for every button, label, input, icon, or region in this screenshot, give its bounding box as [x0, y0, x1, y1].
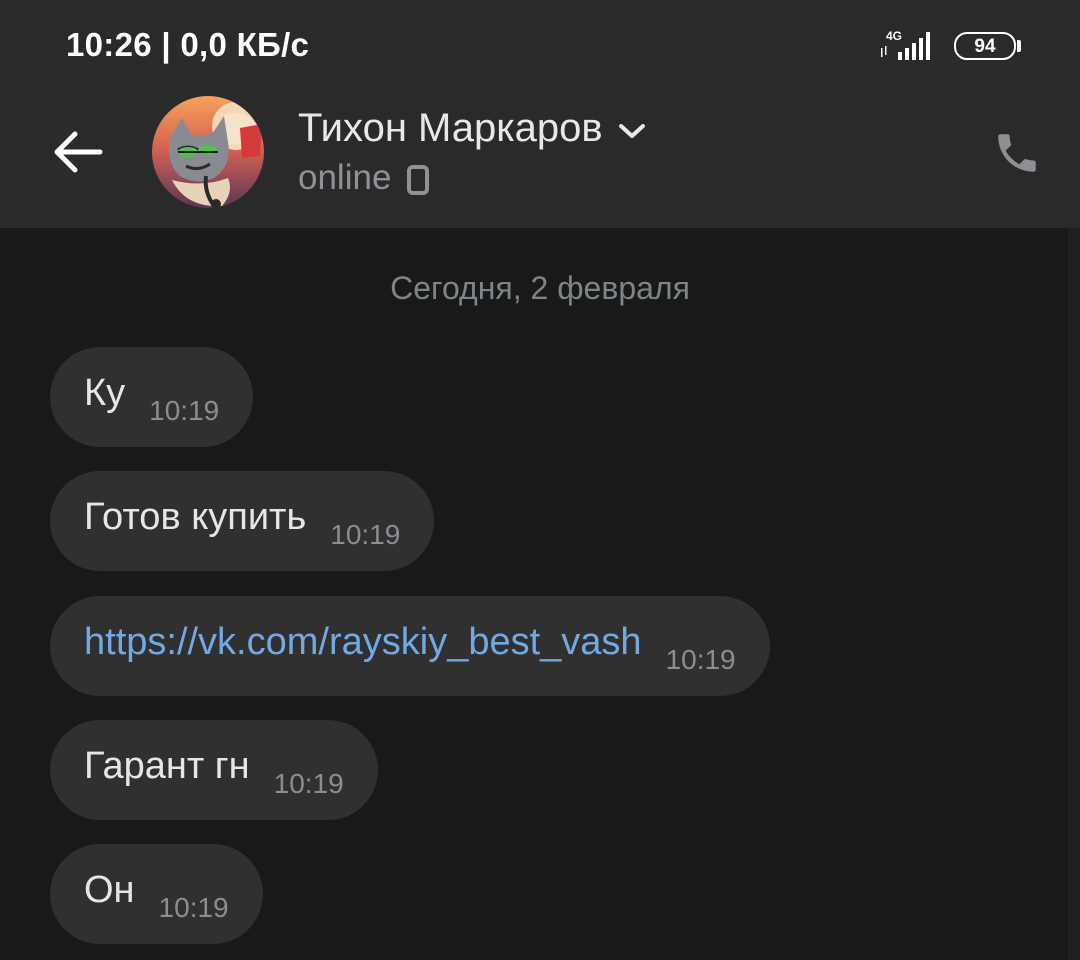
- message-bubble[interactable]: Готов купить 10:19: [50, 471, 435, 571]
- message-bubble[interactable]: Гарант гн 10:19: [50, 720, 378, 820]
- contact-status-row: online: [298, 152, 430, 204]
- contact-name-row[interactable]: Тихон Маркаров: [298, 100, 647, 156]
- status-time-and-speed: 10:26 | 0,0 КБ/с: [66, 26, 310, 63]
- chevron-down-icon: [618, 124, 645, 138]
- message-text: Он: [84, 868, 135, 911]
- mobile-phone-icon: [407, 165, 430, 195]
- contact-status: online: [298, 158, 392, 197]
- battery-level: 94: [974, 35, 996, 57]
- arrow-left-icon: [54, 131, 103, 173]
- message-time: 10:19: [330, 519, 401, 550]
- message-link[interactable]: https://vk.com/rayskiy_best_vash: [84, 621, 642, 664]
- message-text: Гарант гн: [84, 744, 250, 787]
- status-bar: 10:26 | 0,0 КБ/с 4G 94: [0, 0, 1080, 90]
- scrollbar[interactable]: [1068, 228, 1080, 960]
- battery-tip: [1017, 40, 1021, 52]
- message-time: 10:19: [273, 768, 344, 799]
- contact-name: Тихон Маркаров: [298, 105, 603, 150]
- message-text: Ку: [84, 371, 126, 414]
- message-time: 10:19: [158, 892, 229, 923]
- avatar[interactable]: [152, 96, 264, 208]
- message-bubble[interactable]: https://vk.com/rayskiy_best_vash 10:19: [50, 596, 770, 696]
- back-button[interactable]: [44, 122, 110, 182]
- date-separator: Сегодня, 2 февраля: [390, 270, 690, 306]
- battery-icon: 94: [954, 32, 1016, 60]
- signal-bars-icon: 4G: [881, 29, 930, 60]
- message-time: 10:19: [149, 395, 220, 426]
- svg-text:4G: 4G: [886, 29, 902, 43]
- message-bubble[interactable]: Ку 10:19: [50, 347, 254, 447]
- chat-screen: 10:26 | 0,0 КБ/с 4G 94 Тихон Маркаров on…: [0, 0, 1080, 960]
- phone-call-icon: [998, 134, 1036, 172]
- call-button[interactable]: [984, 120, 1050, 186]
- message-time: 10:19: [665, 644, 736, 675]
- status-icons: 4G 94: [878, 26, 1028, 68]
- message-text: Готов купить: [84, 495, 307, 538]
- message-bubble[interactable]: Он 10:19: [50, 844, 263, 944]
- cartoon-cat-avatar: [152, 96, 264, 208]
- chat-header: 10:26 | 0,0 КБ/с 4G 94 Тихон Маркаров on…: [0, 0, 1080, 228]
